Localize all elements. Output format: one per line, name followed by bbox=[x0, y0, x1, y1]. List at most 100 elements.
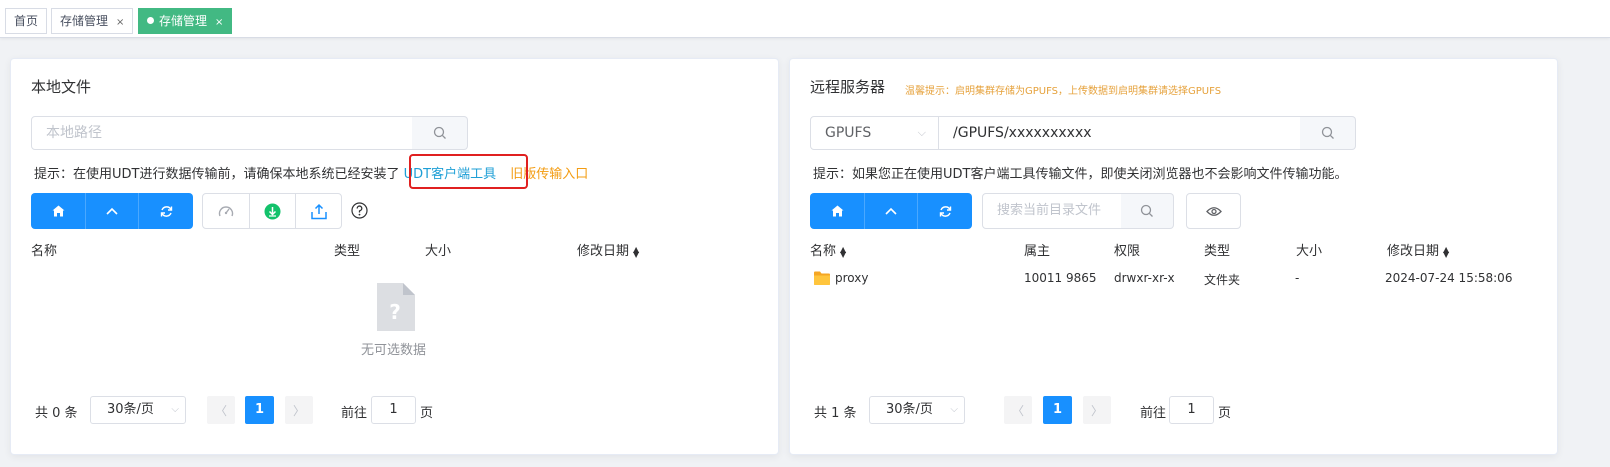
remote-col-modified-header[interactable]: 修改日期 ▲ ▼ bbox=[1387, 240, 1449, 259]
speed-icon bbox=[218, 206, 234, 217]
local-nav-buttons bbox=[31, 193, 193, 229]
search-icon bbox=[433, 126, 446, 139]
remote-path-input[interactable]: /GPUFS/xxxxxxxxxx bbox=[938, 116, 1301, 150]
remote-col-owner: 属主 bbox=[1024, 244, 1051, 259]
tab-home-label: 首页 bbox=[14, 14, 39, 28]
dir-search-button[interactable] bbox=[1121, 193, 1174, 229]
refresh-button[interactable] bbox=[139, 193, 193, 229]
goto-prefix: 前往 bbox=[1140, 406, 1167, 421]
up-button[interactable] bbox=[86, 193, 139, 229]
chevron-down-icon: ⌵ bbox=[171, 404, 179, 415]
tab-storage-active[interactable]: 存储管理 × bbox=[138, 8, 233, 34]
remote-col-perm: 权限 bbox=[1114, 244, 1141, 259]
local-search-button[interactable] bbox=[412, 116, 468, 150]
sort-icon[interactable]: ▲ ▼ bbox=[840, 245, 846, 258]
next-page-button[interactable]: 〉 bbox=[1083, 396, 1111, 424]
tags-view-bar: 首页 存储管理 × 存储管理 × bbox=[0, 0, 1610, 38]
close-icon[interactable]: × bbox=[215, 17, 223, 28]
up-button[interactable] bbox=[865, 193, 918, 229]
tab-storage-active-label: 存储管理 bbox=[159, 14, 208, 28]
current-page[interactable]: 1 bbox=[245, 396, 274, 424]
local-col-size: 大小 bbox=[425, 244, 452, 259]
highlight-box bbox=[409, 154, 528, 189]
local-path-input[interactable]: 本地路径 bbox=[31, 116, 413, 150]
file-perm: drwxr-xr-x bbox=[1114, 271, 1175, 285]
tab-storage-1[interactable]: 存储管理 × bbox=[51, 8, 134, 34]
goto-prefix: 前往 bbox=[341, 406, 368, 421]
up-icon bbox=[106, 207, 118, 215]
prev-page-button[interactable]: 〈 bbox=[1004, 396, 1032, 424]
file-name[interactable]: proxy bbox=[835, 271, 868, 285]
file-modified: 2024-07-24 15:58:06 bbox=[1385, 271, 1513, 285]
search-icon bbox=[1140, 204, 1153, 217]
local-panel-title: 本地文件 bbox=[31, 78, 92, 96]
local-page-size-select[interactable]: 30条/页 ⌵ bbox=[90, 396, 186, 424]
tab-storage-1-label: 存储管理 bbox=[60, 14, 109, 28]
remote-page-size-select[interactable]: 30条/页 ⌵ bbox=[869, 396, 965, 424]
chevron-down-icon: ⌵ bbox=[917, 126, 926, 139]
chevron-right-icon: 〉 bbox=[292, 403, 305, 418]
tab-home[interactable]: 首页 bbox=[5, 8, 48, 34]
local-files-panel: 本地文件 本地路径 提示：在使用UDT进行数据传输前，请确保本地系统已经安装了 … bbox=[10, 58, 779, 455]
next-page-button[interactable]: 〉 bbox=[285, 396, 313, 424]
local-page-size: 30条/页 bbox=[107, 402, 154, 417]
local-hint-text: 提示：在使用UDT进行数据传输前，请确保本地系统已经安装了 bbox=[34, 167, 400, 182]
download-icon bbox=[264, 203, 281, 219]
file-size: - bbox=[1295, 271, 1300, 285]
question-icon bbox=[351, 202, 368, 219]
goto-page-input[interactable]: 1 bbox=[371, 396, 416, 424]
active-dot-icon bbox=[147, 17, 154, 24]
eye-icon bbox=[1205, 206, 1222, 216]
speed-button[interactable] bbox=[203, 194, 250, 228]
fs-select-value: GPUFS bbox=[825, 125, 872, 141]
home-icon bbox=[831, 205, 843, 217]
chevron-down-icon: ⌵ bbox=[950, 404, 958, 415]
goto-page-input[interactable]: 1 bbox=[1169, 396, 1214, 424]
local-col-modified-header[interactable]: 修改日期 ▲ ▼ bbox=[577, 240, 639, 259]
home-button[interactable] bbox=[31, 193, 86, 229]
remote-col-modified: 修改日期 bbox=[1387, 244, 1440, 259]
eye-button[interactable] bbox=[1187, 194, 1240, 228]
home-button[interactable] bbox=[810, 193, 865, 229]
download-button[interactable] bbox=[250, 194, 296, 228]
sort-icon[interactable]: ▲ ▼ bbox=[633, 245, 639, 258]
search-icon bbox=[1321, 126, 1334, 139]
remote-col-size: 大小 bbox=[1296, 244, 1323, 259]
close-icon[interactable]: × bbox=[116, 17, 124, 28]
file-owner: 10011 9865 bbox=[1024, 271, 1097, 285]
dir-search-input[interactable]: 搜索当前目录文件 bbox=[982, 193, 1122, 229]
home-icon bbox=[52, 205, 64, 217]
refresh-button[interactable] bbox=[918, 193, 972, 229]
remote-path-search-button[interactable] bbox=[1300, 116, 1356, 150]
remote-total: 共 1 条 bbox=[814, 406, 857, 421]
prev-page-button[interactable]: 〈 bbox=[207, 396, 235, 424]
remote-col-type: 类型 bbox=[1204, 244, 1231, 259]
local-total: 共 0 条 bbox=[35, 406, 78, 421]
chevron-right-icon: 〉 bbox=[1090, 403, 1103, 418]
remote-col-name-header[interactable]: 名称 ▲ ▼ bbox=[810, 240, 846, 259]
remote-hint: 提示：如果您正在使用UDT客户端工具传输文件，即使关闭浏览器也不会影响文件传输功… bbox=[813, 167, 1348, 182]
help-button[interactable] bbox=[351, 202, 368, 223]
upload-icon bbox=[310, 203, 327, 219]
current-page[interactable]: 1 bbox=[1043, 396, 1072, 424]
sort-icon[interactable]: ▲ ▼ bbox=[1443, 245, 1449, 258]
goto-suffix: 页 bbox=[420, 406, 434, 421]
local-col-modified: 修改日期 bbox=[577, 244, 630, 259]
empty-data-icon: ? bbox=[375, 283, 415, 335]
chevron-left-icon: 〈 bbox=[214, 403, 227, 418]
folder-icon bbox=[814, 271, 830, 289]
remote-page-size: 30条/页 bbox=[886, 402, 933, 417]
remote-server-panel: 远程服务器 温馨提示：启明集群存储为GPUFS，上传数据到启明集群请选择GPUF… bbox=[789, 58, 1558, 455]
local-col-type: 类型 bbox=[334, 244, 361, 259]
refresh-icon bbox=[939, 205, 951, 217]
file-type: 文件夹 bbox=[1204, 273, 1241, 287]
remote-nav-buttons bbox=[810, 193, 972, 229]
fs-select[interactable]: GPUFS ⌵ bbox=[810, 116, 939, 150]
local-action-buttons bbox=[202, 193, 342, 229]
empty-text: 无可选数据 bbox=[361, 343, 427, 358]
goto-suffix: 页 bbox=[1218, 406, 1232, 421]
svg-text:?: ? bbox=[389, 300, 401, 324]
toggle-hidden-button[interactable] bbox=[1186, 193, 1241, 229]
upload-button[interactable] bbox=[296, 194, 341, 228]
refresh-icon bbox=[160, 205, 172, 217]
